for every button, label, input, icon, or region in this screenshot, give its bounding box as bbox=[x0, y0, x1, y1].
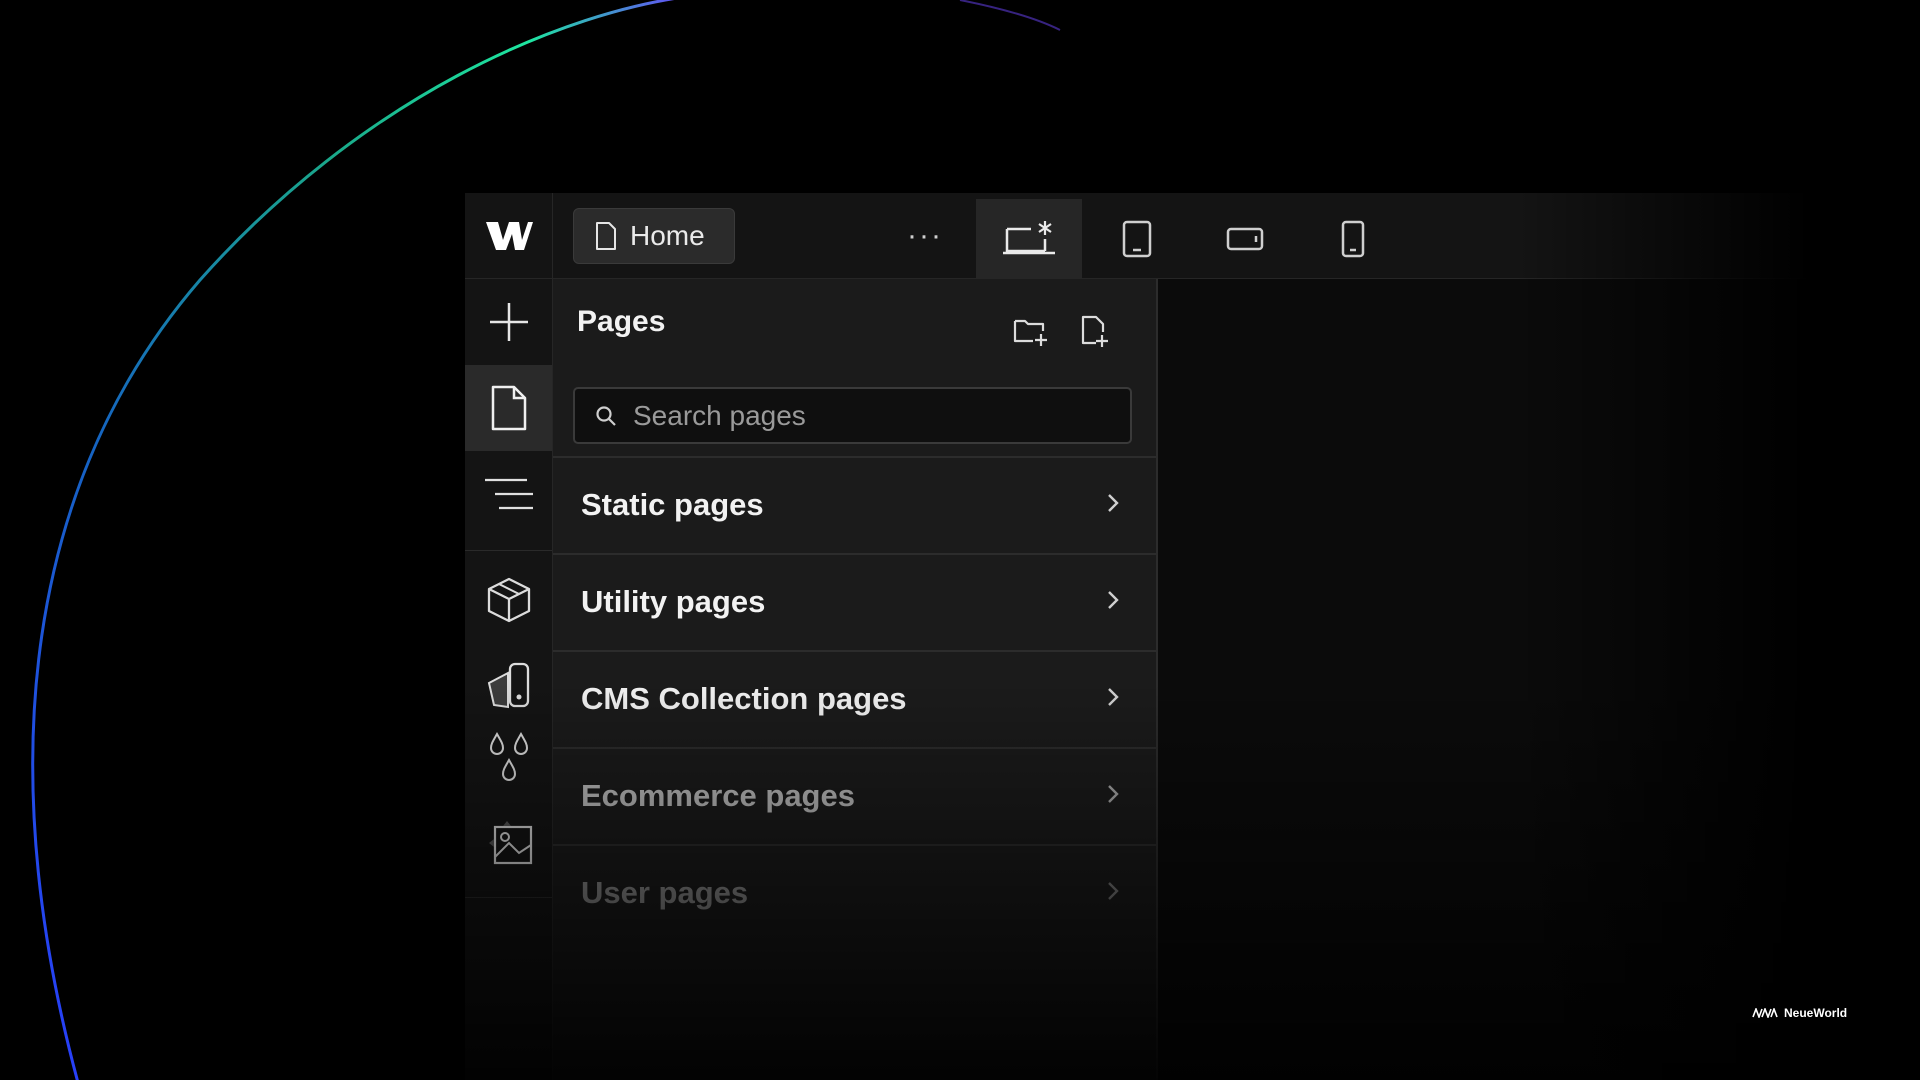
neueworld-logo-icon bbox=[1752, 1008, 1778, 1018]
pages-icon bbox=[491, 385, 526, 431]
section-static-pages[interactable]: Static pages bbox=[553, 456, 1156, 552]
style-swatch-icon bbox=[487, 662, 529, 709]
breakpoint-mobile-portrait-button[interactable] bbox=[1300, 199, 1406, 278]
breakpoint-desktop-button[interactable] bbox=[976, 199, 1082, 278]
page: Home ··· Pages Search pages Static pages… bbox=[0, 0, 1920, 1080]
rail-assets[interactable] bbox=[465, 799, 552, 885]
section-label: User pages bbox=[581, 875, 749, 910]
drops-icon bbox=[489, 731, 528, 781]
panel-title: Pages bbox=[577, 305, 666, 338]
section-label: Ecommerce pages bbox=[581, 778, 855, 813]
left-icon-rail bbox=[465, 279, 553, 1080]
mobile-portrait-icon bbox=[1341, 220, 1365, 257]
page-plus-icon bbox=[1081, 315, 1108, 347]
webflow-logo[interactable] bbox=[465, 193, 553, 278]
search-pages-input[interactable] bbox=[631, 398, 1095, 433]
search-icon bbox=[595, 405, 617, 427]
section-label: Utility pages bbox=[581, 584, 766, 619]
rail-components[interactable] bbox=[465, 557, 552, 643]
current-page-label: Home bbox=[630, 220, 705, 251]
chevron-right-icon bbox=[1108, 591, 1119, 609]
section-label: CMS Collection pages bbox=[581, 681, 907, 716]
page-icon bbox=[596, 222, 616, 250]
desktop-star-icon bbox=[1003, 220, 1055, 254]
plus-icon bbox=[489, 303, 528, 341]
watermark-text: NeueWorld bbox=[1784, 1006, 1848, 1020]
section-label: Static pages bbox=[581, 487, 764, 522]
image-asset-icon bbox=[488, 821, 532, 865]
breakpoint-tablet-button[interactable] bbox=[1084, 199, 1190, 278]
mobile-landscape-icon bbox=[1226, 227, 1264, 250]
section-ecommerce-pages[interactable]: Ecommerce pages bbox=[553, 747, 1156, 843]
breakpoint-mobile-landscape-button[interactable] bbox=[1192, 199, 1298, 278]
chevron-right-icon bbox=[1108, 785, 1119, 803]
rail-navigator[interactable] bbox=[465, 451, 552, 537]
rail-add-elements[interactable] bbox=[465, 279, 552, 365]
cube-icon bbox=[487, 577, 530, 623]
new-folder-button[interactable] bbox=[1009, 309, 1053, 353]
tablet-icon bbox=[1122, 220, 1152, 257]
section-utility-pages[interactable]: Utility pages bbox=[553, 553, 1156, 649]
section-user-pages[interactable]: User pages bbox=[553, 844, 1156, 940]
more-options-button[interactable]: ··· bbox=[895, 211, 955, 261]
navigator-icon bbox=[484, 478, 533, 510]
folder-plus-icon bbox=[1013, 319, 1047, 346]
neueworld-watermark: NeueWorld bbox=[1752, 1006, 1847, 1020]
designer-window: Home ··· Pages Search pages Static pages… bbox=[465, 193, 1810, 1080]
chevron-right-icon bbox=[1108, 494, 1119, 512]
rail-variables[interactable] bbox=[465, 715, 552, 801]
rail-divider bbox=[465, 550, 552, 551]
chevron-right-icon bbox=[1108, 688, 1119, 706]
top-toolbar: Home ··· bbox=[465, 193, 1810, 279]
search-pages-field[interactable] bbox=[573, 387, 1132, 444]
new-page-button[interactable] bbox=[1073, 309, 1117, 353]
rail-divider-bottom bbox=[465, 897, 552, 898]
current-page-button[interactable]: Home bbox=[573, 208, 735, 264]
chevron-right-icon bbox=[1108, 882, 1119, 900]
webflow-logo-icon bbox=[485, 221, 533, 250]
pages-panel: Pages Search pages Static pages Utility … bbox=[553, 279, 1158, 1080]
rail-pages[interactable] bbox=[465, 365, 552, 451]
section-cms-collection-pages[interactable]: CMS Collection pages bbox=[553, 650, 1156, 746]
